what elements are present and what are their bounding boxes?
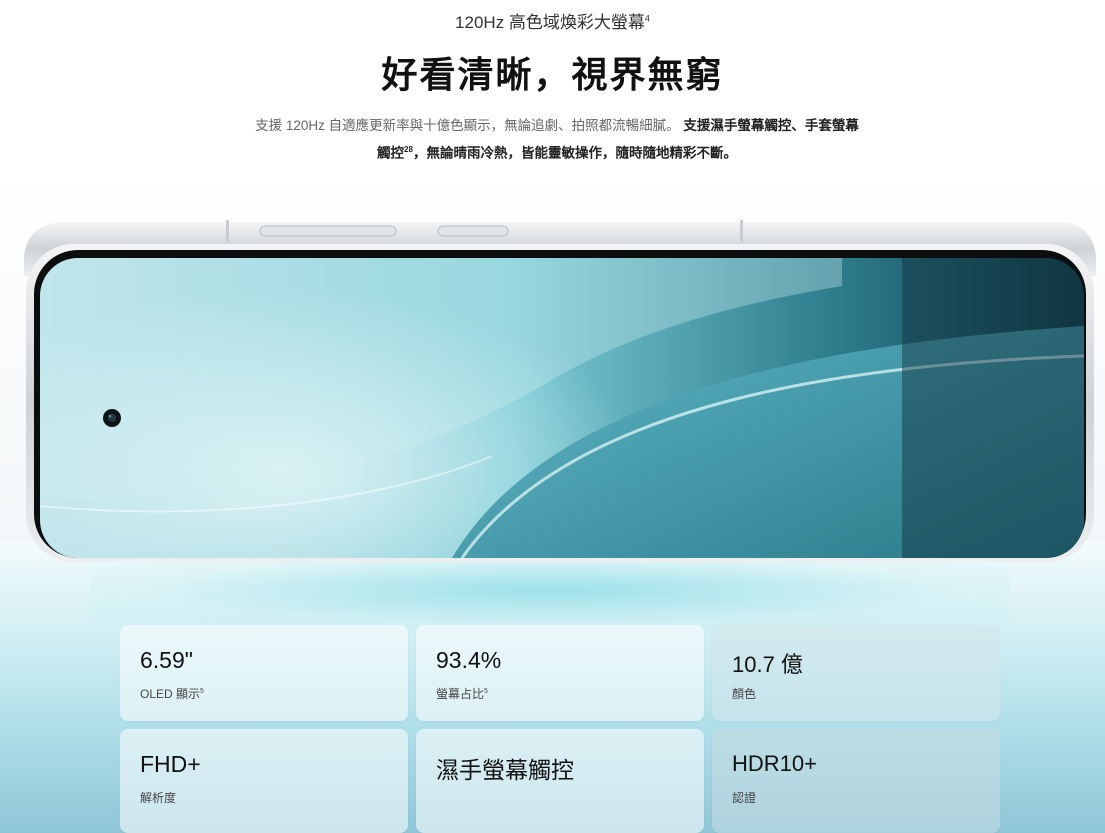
spec-card-wet-touch: 濕手螢幕觸控 [416, 729, 704, 833]
spec-value: FHD+ [140, 751, 201, 777]
spec-value: 93.4% [436, 647, 502, 673]
spec-grid: 6.59" OLED 顯示5 93.4% 螢幕占比5 10.7 億 顏色 FHD… [120, 625, 1000, 833]
desc-footnote: 28 [404, 145, 413, 154]
spec-footnote: 5 [484, 688, 488, 695]
spec-card-screen-ratio: 93.4% 螢幕占比5 [416, 625, 704, 721]
eyebrow-text: 120Hz 高色域煥彩大螢幕 [455, 13, 645, 32]
desc-text-1: 支援 120Hz 自適應更新率與十億色顯示，無論追劇、拍照都流暢細膩。 [255, 118, 680, 133]
spec-label: 解析度 [140, 789, 176, 806]
section-eyebrow: 120Hz 高色域煥彩大螢幕4 [0, 8, 1105, 33]
spec-label-text: 解析度 [140, 791, 177, 805]
spec-value: 6.59" [140, 647, 193, 673]
spec-card-resolution: FHD+ 解析度 [120, 729, 408, 833]
spec-card-display-size: 6.59" OLED 顯示5 [120, 625, 408, 721]
front-camera-icon [103, 409, 121, 427]
spec-label: 螢幕占比5 [436, 685, 488, 702]
spec-value: HDR10+ [732, 751, 817, 776]
spec-footnote: 5 [200, 688, 204, 695]
phone-illustration [24, 220, 1096, 562]
phone-image [22, 216, 1098, 564]
spec-label-text: 顏色 [732, 687, 757, 701]
desc-text-3: ，無論晴雨冷熱，皆能靈敏操作，隨時隨地精彩不斷。 [412, 145, 737, 161]
spec-value: 10.7 億 [732, 652, 803, 677]
spec-label: 顏色 [732, 685, 756, 702]
spec-label-text: 認證 [732, 791, 757, 805]
spec-card-colors: 10.7 億 顏色 [712, 625, 1000, 721]
spec-label-text: 螢幕占比 [436, 687, 485, 701]
spec-card-hdr: HDR10+ 認證 [712, 729, 1000, 833]
section-description: 支援 120Hz 自適應更新率與十億色顯示，無論追劇、拍照都流暢細膩。 支援濕手… [252, 114, 862, 166]
section-headline: 好看清晰，視界無窮 [381, 54, 724, 95]
eyebrow-footnote: 4 [644, 13, 650, 24]
spec-label: 認證 [732, 789, 756, 806]
spec-value: 濕手螢幕觸控 [436, 757, 574, 783]
spec-label-text: OLED 顯示 [140, 687, 201, 701]
spec-label: OLED 顯示5 [140, 685, 204, 702]
